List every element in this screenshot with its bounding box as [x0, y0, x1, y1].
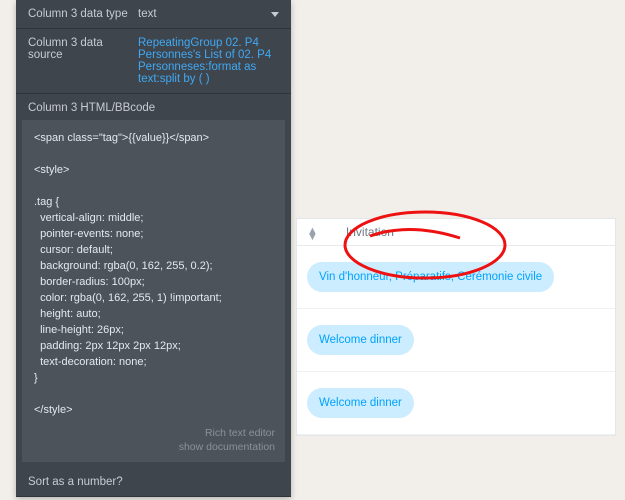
col3-data-source-row[interactable]: Column 3 data source RepeatingGroup 02. … — [16, 29, 291, 94]
sort-as-number-row[interactable]: Sort as a number? — [16, 468, 291, 497]
table-row: Welcome dinner — [297, 372, 615, 435]
field-label: Column 3 data type — [28, 8, 138, 20]
code-footer-links: Rich text editor show documentation — [22, 422, 285, 462]
col3-data-type-row[interactable]: Column 3 data type text — [16, 0, 291, 29]
property-panel: Column 3 data type text Column 3 data so… — [16, 0, 291, 497]
field-label: Column 3 data source — [28, 37, 138, 61]
tag-pill: Welcome dinner — [307, 325, 414, 355]
column-header-invitation: Invitation — [346, 225, 394, 239]
field-label: Sort as a number? — [28, 476, 279, 488]
sort-icon[interactable]: ▲▼ — [307, 226, 318, 238]
table-row: Vin d'honneur, Préparatifs, Cérémonie ci… — [297, 246, 615, 309]
show-documentation-link[interactable]: show documentation — [32, 440, 275, 454]
table-row: Welcome dinner — [297, 309, 615, 372]
table-preview: ▲▼ Invitation Vin d'honneur, Préparatifs… — [296, 218, 616, 436]
rich-text-editor-link[interactable]: Rich text editor — [32, 426, 275, 440]
col3-html-heading: Column 3 HTML/BBcode — [16, 94, 291, 120]
html-bbcode-editor[interactable]: <span class="tag">{{value}}</span> <styl… — [22, 120, 285, 422]
col3-data-source-value: RepeatingGroup 02. P4 Personnes's List o… — [138, 37, 279, 85]
col3-data-type-value: text — [138, 8, 157, 20]
tag-pill: Vin d'honneur, Préparatifs, Cérémonie ci… — [307, 262, 554, 292]
chevron-down-icon — [271, 12, 279, 17]
tag-pill: Welcome dinner — [307, 388, 414, 418]
table-header-row: ▲▼ Invitation — [297, 219, 615, 246]
